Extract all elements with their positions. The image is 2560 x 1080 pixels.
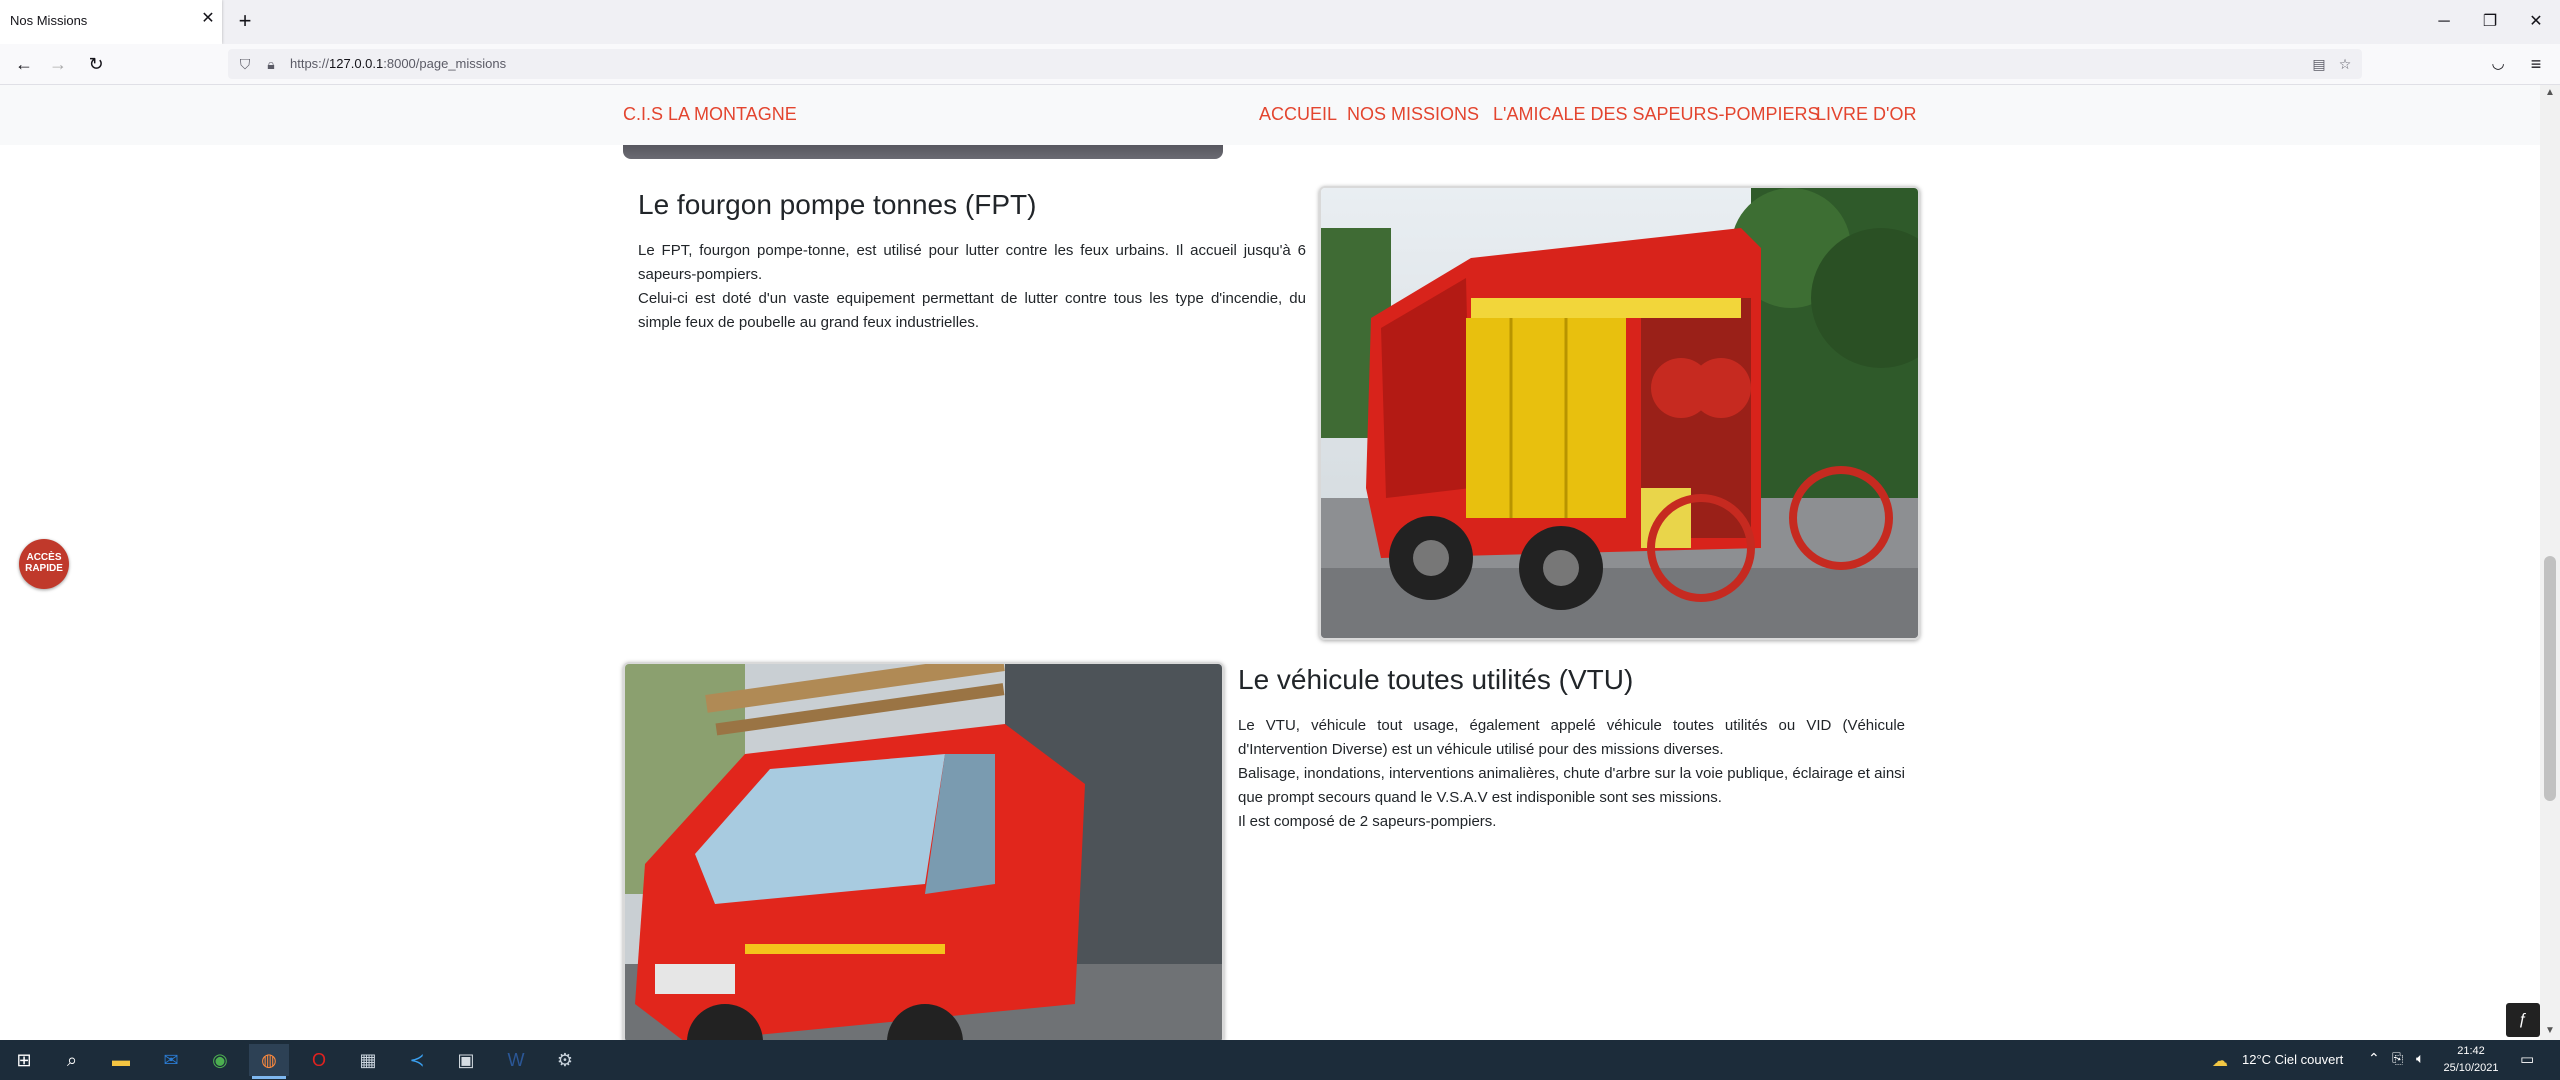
shield-icon[interactable]: ⛉ [236,55,254,73]
nav-accueil[interactable]: ACCUEIL [1259,104,1337,125]
app-window-icon[interactable]: ▣ [446,1044,486,1076]
weather-text[interactable]: 12°C Ciel couvert [2242,1052,2343,1067]
browser-toolbar: ← → ↻ ⛉ 🔒︎ https://127.0.0.1:8000/page_m… [0,44,2560,85]
page-viewport: C.I.S LA MONTAGNE ACCUEIL NOS MISSIONS L… [0,85,2560,1040]
pocket-icon[interactable]: ◡ [2486,52,2510,76]
section-text-vtu: Le VTU, véhicule tout usage, également a… [1238,714,1905,834]
word-icon[interactable]: W [496,1044,536,1076]
section-title-vtu: Le véhicule toutes utilités (VTU) [1238,664,1634,695]
section-title-fpt: Le fourgon pompe tonnes (FPT) [638,189,1037,220]
active-app-indicator [252,1076,286,1079]
clock[interactable]: 21:42 25/10/2021 [2440,1043,2502,1077]
vtu-paragraph: Il est composé de 2 sapeurs-pompiers. [1238,813,1497,830]
clock-time: 21:42 [2457,1045,2485,1057]
vscode-icon[interactable]: ≺ [397,1044,437,1076]
forward-icon[interactable]: → [46,52,70,76]
browser-tab-bar: Nos Missions ✕ + ─ ❐ ✕ [0,0,2560,44]
browser-tab[interactable]: Nos Missions ✕ [0,0,222,44]
app-icon[interactable]: ▦ [348,1044,388,1076]
nav-amicale[interactable]: L'AMICALE DES SAPEURS-POMPIERS [1493,104,1820,125]
site-navbar: C.I.S LA MONTAGNE ACCUEIL NOS MISSIONS L… [0,85,2540,145]
scroll-down-icon[interactable]: ▼ [2544,1025,2556,1037]
url-bar[interactable]: ⛉ 🔒︎ https://127.0.0.1:8000/page_mission… [228,49,2362,79]
close-window-button[interactable]: ✕ [2524,10,2548,34]
volume-icon[interactable]: 🔈︎ [2416,1050,2424,1067]
url-text[interactable]: https://127.0.0.1:8000/page_missions [290,56,506,71]
weather-icon[interactable]: ☁ [2212,1051,2228,1071]
menu-icon[interactable]: ≡ [2524,52,2548,76]
minimize-button[interactable]: ─ [2432,10,2456,34]
firefox-icon[interactable]: ◍ [249,1044,289,1076]
previous-section-image [623,143,1223,159]
windows-start-icon[interactable]: ⊞ [4,1044,44,1076]
reload-icon[interactable]: ↻ [84,52,108,76]
fpt-paragraph: Celui-ci est doté d'un vaste equipement … [638,290,1306,331]
tray-expand-icon[interactable]: ⌃ [2368,1050,2380,1067]
clock-date: 25/10/2021 [2443,1062,2499,1074]
lock-icon[interactable]: 🔒︎ [262,55,280,73]
outlook-icon[interactable]: ✉ [151,1044,191,1076]
file-explorer-icon[interactable]: ▬ [101,1044,141,1076]
quick-access-label: RAPIDE [25,563,63,574]
symfony-toolbar-icon[interactable]: ƒ [2506,1003,2540,1037]
page-scrollbar[interactable]: ▲ ▼ [2540,85,2560,1040]
nav-livre-dor[interactable]: LIVRE D'OR [1816,104,1916,125]
tab-close-icon[interactable]: ✕ [198,9,218,29]
new-tab-button[interactable]: + [234,10,256,33]
scroll-thumb[interactable] [2544,556,2556,801]
fire-truck-photo [1319,186,1920,640]
nav-nos-missions[interactable]: NOS MISSIONS [1347,104,1479,125]
back-icon[interactable]: ← [12,52,36,76]
vtu-paragraph: Le VTU, véhicule tout usage, également a… [1238,717,1905,758]
quick-access-button[interactable]: ACCÈS RAPIDE [19,539,69,589]
settings-icon[interactable]: ⚙ [545,1044,585,1076]
bookmark-star-icon[interactable]: ☆ [2336,55,2354,73]
network-icon[interactable]: ⎘ [2392,1050,2403,1067]
utility-van-photo [623,662,1224,1040]
quick-access-label: ACCÈS [26,552,62,563]
chrome-icon[interactable]: ◉ [200,1044,240,1076]
reader-view-icon[interactable]: ▤ [2310,55,2328,73]
scroll-up-icon[interactable]: ▲ [2544,87,2556,99]
search-icon[interactable]: ⌕ [52,1044,92,1076]
tab-title: Nos Missions [10,13,88,28]
vtu-paragraph: Balisage, inondations, interventions ani… [1238,765,1905,806]
opera-icon[interactable]: O [299,1044,339,1076]
site-brand[interactable]: C.I.S LA MONTAGNE [623,104,797,125]
fpt-paragraph: Le FPT, fourgon pompe-tonne, est utilisé… [638,242,1306,283]
maximize-button[interactable]: ❐ [2478,10,2502,34]
section-text-fpt: Le FPT, fourgon pompe-tonne, est utilisé… [638,239,1306,335]
notifications-icon[interactable]: ▭ [2520,1050,2534,1068]
taskbar: ⊞ ⌕ ▬ ✉ ◉ ◍ O ▦ ≺ ▣ W ⚙ ☁ 12°C Ciel couv… [0,1040,2560,1080]
